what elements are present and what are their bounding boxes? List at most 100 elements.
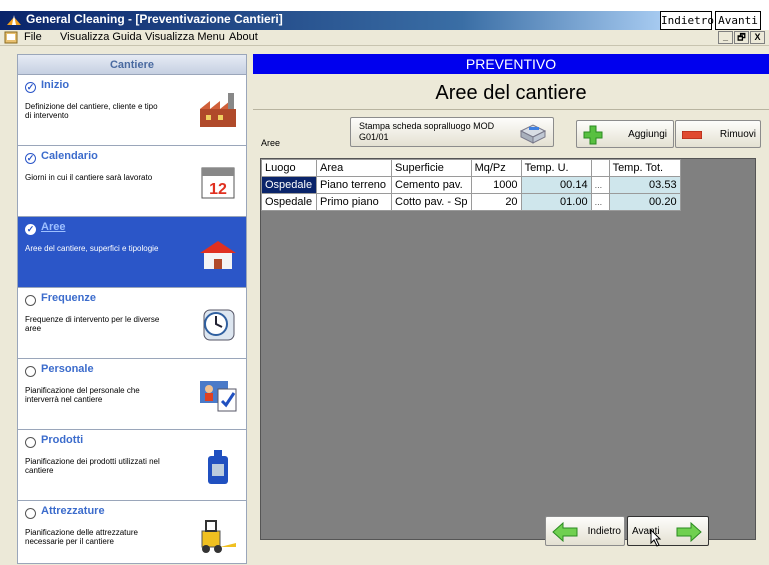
step-description: Definizione del cantiere, cliente e tipo…	[25, 102, 158, 120]
cell-temp-tot[interactable]: 00.20	[608, 193, 681, 211]
mouse-cursor-icon	[650, 529, 662, 547]
radio-icon	[25, 508, 36, 519]
cell-area[interactable]: Primo piano	[316, 193, 392, 211]
plus-icon	[583, 125, 603, 145]
menu-bar: File Visualizza Guida Visualizza Menu Ab…	[0, 30, 769, 46]
buildings-icon	[200, 241, 236, 269]
cell-luogo[interactable]: Ospedale	[261, 176, 317, 194]
cell-temp-u[interactable]: 00.14	[520, 176, 592, 194]
top-back-button[interactable]: Indietro	[660, 11, 714, 30]
cell-superficie[interactable]: Cotto pav. - Sp	[391, 193, 472, 211]
factory-icon	[200, 93, 236, 127]
cell-mq[interactable]: 20	[470, 193, 522, 211]
minimize-icon: _	[722, 32, 728, 42]
personnel-icon	[200, 381, 237, 412]
step-inizio[interactable]: ✓ Inizio Definizione del cantiere, clien…	[18, 75, 246, 146]
cell-superficie[interactable]: Cemento pav.	[391, 176, 472, 194]
print-sheet-label: Stampa scheda sopralluogo MOD G01/01	[359, 121, 495, 142]
close-icon: X	[754, 32, 761, 42]
col-mq[interactable]: Mq/Pz	[470, 159, 522, 177]
step-personale[interactable]: Personale Pianificazione del personale c…	[18, 359, 246, 430]
printer-icon	[519, 124, 547, 144]
wizard-nav: Indietro Avanti	[545, 516, 709, 547]
wizard-sidebar: Cantiere ✓ Inizio Definizione del cantie…	[17, 54, 247, 564]
step-frequenze[interactable]: Frequenze Frequenze di intervento per le…	[18, 288, 246, 359]
page-title: Aree del cantiere	[253, 76, 769, 110]
remove-label: Rimuovi	[719, 129, 756, 140]
check-icon: ✓	[25, 153, 36, 164]
step-aree[interactable]: ✓ Aree Aree del cantiere, superfici e ti…	[18, 217, 246, 288]
arrow-left-icon	[552, 522, 578, 542]
minus-icon	[682, 131, 702, 139]
radio-icon	[25, 295, 36, 306]
back-label: Indietro	[587, 526, 621, 537]
cell-mq[interactable]: 1000	[470, 176, 522, 194]
col-temp-u[interactable]: Temp. U.	[520, 159, 592, 177]
step-description: Pianificazione dei prodotti utilizzati n…	[25, 457, 160, 475]
main-panel: PREVENTIVO Aree del cantiere Aree Stampa…	[253, 54, 769, 550]
sidebar-header: Cantiere	[18, 55, 246, 75]
table-header-row: Luogo Area Superficie Mq/Pz Temp. U. Tem…	[261, 159, 681, 177]
step-title: Personale	[41, 363, 94, 375]
step-description: Aree del cantiere, superfici e tipologie	[25, 244, 159, 253]
step-title: Attrezzature	[41, 505, 105, 517]
calendar-icon: 12	[201, 167, 235, 199]
table-row[interactable]: Ospedale Piano terreno Cemento pav. 1000…	[261, 176, 681, 194]
menu-visualizza-menu[interactable]: Visualizza Menu	[145, 31, 225, 43]
step-title: Inizio	[41, 79, 70, 91]
col-blank[interactable]	[590, 159, 610, 177]
col-temp-tot[interactable]: Temp. Tot.	[608, 159, 681, 177]
col-superficie[interactable]: Superficie	[391, 159, 472, 177]
restore-button[interactable]: 🗗	[734, 31, 749, 44]
step-description: Frequenze di intervento per le diverse a…	[25, 315, 160, 333]
cell-ellipsis-button[interactable]: ...	[590, 176, 610, 194]
step-description: Pianificazione del personale che interve…	[25, 386, 140, 404]
back-button[interactable]: Indietro	[545, 516, 625, 546]
cell-temp-u[interactable]: 01.00	[520, 193, 592, 211]
check-icon: ✓	[25, 82, 36, 93]
preventivo-banner: PREVENTIVO	[253, 54, 769, 74]
close-button[interactable]: X	[750, 31, 765, 44]
radio-icon	[25, 366, 36, 377]
clock-icon	[203, 309, 235, 341]
col-luogo[interactable]: Luogo	[261, 159, 317, 177]
title-bar: General Cleaning - [Preventivazione Cant…	[0, 0, 769, 30]
svg-text:12: 12	[209, 181, 227, 198]
cell-temp-tot[interactable]: 03.53	[608, 176, 681, 194]
radio-icon	[25, 437, 36, 448]
arrow-right-icon	[676, 522, 702, 542]
remove-button[interactable]: Rimuovi	[675, 120, 761, 148]
add-label: Aggiungi	[628, 129, 667, 140]
top-next-button[interactable]: Avanti	[715, 11, 761, 30]
menu-about[interactable]: About	[229, 31, 258, 43]
cell-luogo[interactable]: Ospedale	[261, 193, 317, 211]
step-attrezzature[interactable]: Attrezzature Pianificazione delle attrez…	[18, 501, 246, 563]
areas-grid[interactable]: Luogo Area Superficie Mq/Pz Temp. U. Tem…	[260, 158, 756, 540]
add-button[interactable]: Aggiungi	[576, 120, 674, 148]
window-title: General Cleaning - [Preventivazione Cant…	[26, 12, 283, 26]
step-description: Pianificazione delle attrezzature necess…	[25, 528, 138, 546]
step-title: Aree	[41, 221, 66, 233]
check-icon: ✓	[25, 224, 36, 235]
document-icon[interactable]	[4, 31, 18, 44]
aree-label: Aree	[261, 138, 281, 148]
table-row[interactable]: Ospedale Primo piano Cotto pav. - Sp 20 …	[261, 193, 681, 211]
step-title: Calendario	[41, 150, 98, 162]
col-area[interactable]: Area	[316, 159, 392, 177]
forklift-icon	[201, 520, 236, 553]
step-title: Frequenze	[41, 292, 97, 304]
print-sheet-button[interactable]: Stampa scheda sopralluogo MOD G01/01	[350, 117, 554, 147]
step-prodotti[interactable]: Prodotti Pianificazione dei prodotti uti…	[18, 430, 246, 501]
menu-file[interactable]: File	[24, 31, 42, 43]
restore-icon: 🗗	[737, 32, 746, 42]
next-button[interactable]: Avanti	[627, 516, 709, 547]
step-calendario[interactable]: ✓ Calendario Giorni in cui il cantiere s…	[18, 146, 246, 217]
cell-ellipsis-button[interactable]: ...	[590, 193, 610, 211]
minimize-button[interactable]: _	[718, 31, 733, 44]
cell-area[interactable]: Piano terreno	[316, 176, 392, 194]
step-description: Giorni in cui il cantiere sarà lavorato	[25, 173, 153, 182]
menu-visualizza-guida[interactable]: Visualizza Guida	[60, 31, 142, 43]
areas-table: Luogo Area Superficie Mq/Pz Temp. U. Tem…	[261, 159, 681, 211]
app-icon	[7, 15, 21, 25]
step-title: Prodotti	[41, 434, 84, 446]
